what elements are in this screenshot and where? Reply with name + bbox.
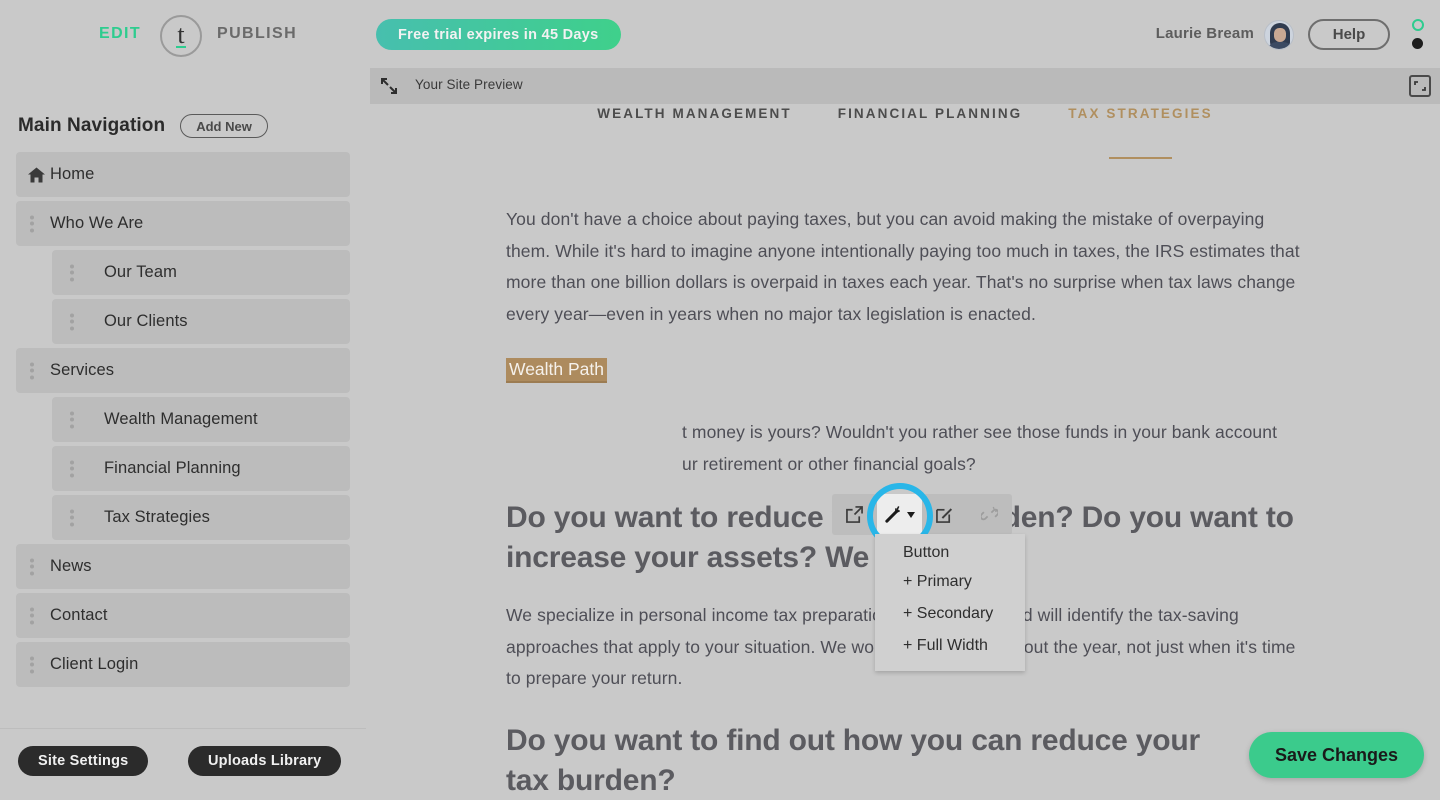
sidebar-item-label: Client Login [50,655,139,673]
resize-arrows-icon[interactable] [380,77,398,95]
trial-expiry-banner[interactable]: Free trial expires in 45 Days [376,19,621,50]
site-nav: WEALTH MANAGEMENT FINANCIAL PLANNING TAX… [370,104,1440,159]
mode-publish-tab[interactable]: PUBLISH [217,25,297,43]
app-logo[interactable]: t [160,15,202,57]
paragraph-intro: You don't have a choice about paying tax… [506,209,1300,324]
dropdown-item-secondary[interactable]: + Secondary [875,598,1025,630]
help-button[interactable]: Help [1308,19,1390,50]
sidebar-header: Main Navigation Add New [18,114,268,138]
page-title: Main Navigation [18,115,166,136]
sidebar-item-label: Who We Are [50,214,144,232]
paragraph-question-line-2: ur retirement or other financial goals? [682,453,976,474]
sidebar-item-label: News [50,557,92,575]
avatar-face [1274,28,1286,42]
sidebar-nav-list: Home Who We Are Our Team Our Clients Ser… [16,152,350,691]
dropdown-item-primary[interactable]: + Primary [875,566,1025,598]
sidebar-item-label: Our Team [104,263,177,281]
site-nav-financial-planning[interactable]: FINANCIAL PLANNING [838,106,1023,148]
grip-icon[interactable] [70,313,74,330]
preview-panel: Your Site Preview WEALTH MANAGEMENT FINA… [366,68,1440,800]
avatar-body [1267,42,1293,49]
sidebar-item-label: Wealth Management [104,410,258,428]
sidebar-item-client-login[interactable]: Client Login [16,642,350,687]
uploads-library-button[interactable]: Uploads Library [188,746,342,776]
magic-wand-icon[interactable] [877,494,922,535]
sidebar-item-news[interactable]: News [16,544,350,589]
button-style-dropdown: Button + Primary + Secondary + Full Widt… [875,534,1025,671]
dropdown-header: Button [903,544,950,561]
site-nav-wealth-management[interactable]: WEALTH MANAGEMENT [597,106,791,148]
grip-icon[interactable] [30,362,34,379]
sidebar-item-label: Financial Planning [104,459,241,477]
link-editor-toolbar [832,494,1012,535]
grip-icon[interactable] [70,411,74,428]
status-dot-online-icon[interactable] [1412,19,1424,31]
open-link-icon[interactable] [832,494,877,535]
sidebar-item-our-team[interactable]: Our Team [52,250,350,295]
grip-icon[interactable] [30,607,34,624]
preview-toolbar: Your Site Preview [370,68,1440,104]
grip-icon[interactable] [30,656,34,673]
site-preview-content: WEALTH MANAGEMENT FINANCIAL PLANNING TAX… [370,104,1440,800]
grip-icon[interactable] [70,264,74,281]
sidebar-footer: Site Settings Uploads Library [0,728,366,800]
heading-find-out-line-2: tax burden? [506,763,676,797]
sidebar-item-contact[interactable]: Contact [16,593,350,638]
home-icon [28,167,45,182]
sidebar-item-tax-strategies[interactable]: Tax Strategies [52,495,350,540]
sidebar-item-wealth-management[interactable]: Wealth Management [52,397,350,442]
unlink-icon [967,494,1012,535]
user-name-label: Laurie Bream [1155,25,1254,42]
logo-underline [176,46,186,48]
edit-link-icon[interactable] [922,494,967,535]
grip-icon[interactable] [70,460,74,477]
mode-edit-tab[interactable]: EDIT [99,25,141,43]
top-bar: EDIT t PUBLISH Free trial expires in 45 … [0,0,1440,68]
sidebar-item-label: Contact [50,606,108,624]
sidebar-item-label: Our Clients [104,312,188,330]
site-nav-tax-strategies[interactable]: TAX STRATEGIES [1068,106,1212,159]
grip-icon[interactable] [30,558,34,575]
sidebar-item-home[interactable]: Home [16,152,350,197]
site-settings-button[interactable]: Site Settings [18,746,149,776]
chevron-down-icon[interactable] [907,511,915,518]
sidebar-item-financial-planning[interactable]: Financial Planning [52,446,350,491]
expand-preview-button[interactable] [1409,75,1431,97]
logo-letter: t [177,20,185,49]
sidebar-item-services[interactable]: Services [16,348,350,393]
preview-label: Your Site Preview [415,77,523,92]
app-root: EDIT t PUBLISH Free trial expires in 45 … [0,0,1440,800]
sidebar-item-label: Home [50,165,95,183]
sidebar-item-label: Services [50,361,115,379]
save-changes-button[interactable]: Save Changes [1248,732,1424,778]
avatar[interactable] [1264,20,1294,50]
paragraph-question-line-1: t money is yours? Wouldn't you rather se… [682,422,1278,442]
grip-icon[interactable] [30,215,34,232]
sidebar-item-our-clients[interactable]: Our Clients [52,299,350,344]
dropdown-item-full-width[interactable]: + Full Width [875,630,1025,662]
status-dot-menu-icon[interactable] [1412,38,1423,49]
sidebar-item-label: Tax Strategies [104,508,210,526]
selected-link-wealth-path[interactable]: Wealth Path [506,358,608,383]
add-new-button[interactable]: Add New [180,114,268,138]
grip-icon[interactable] [70,509,74,526]
heading-find-out-line-1: Do you want to find out how you can redu… [506,723,1200,757]
sidebar-item-who-we-are[interactable]: Who We Are [16,201,350,246]
sidebar: Main Navigation Add New Home Who We Are … [0,68,366,800]
